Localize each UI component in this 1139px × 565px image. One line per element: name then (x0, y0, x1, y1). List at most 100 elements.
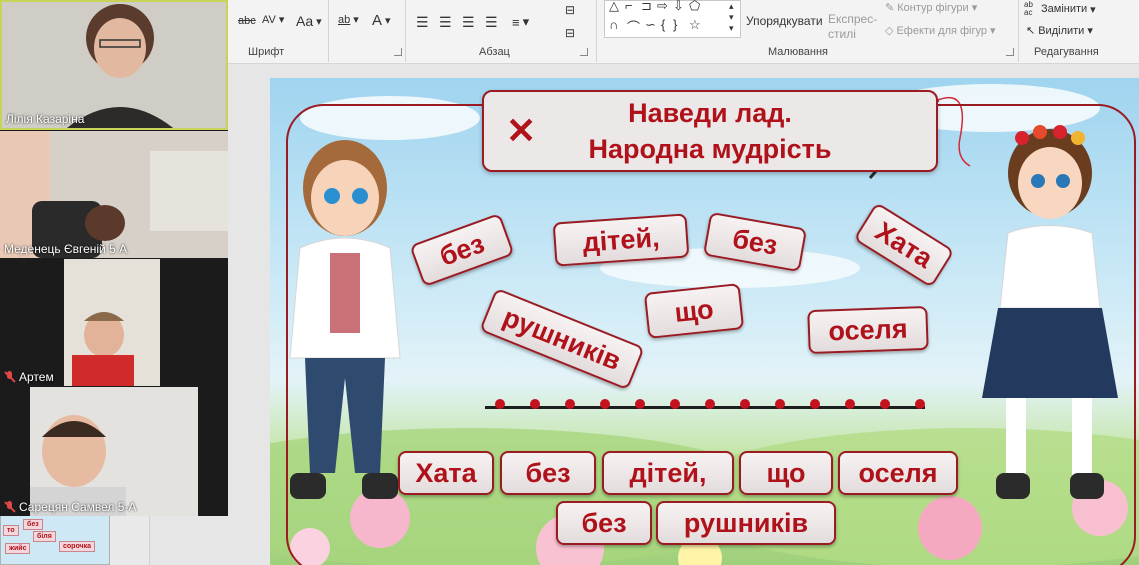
replace-button[interactable]: ab ac Замінити ▾ (1024, 1, 1096, 17)
chevron-down-icon: ▾ (990, 25, 996, 37)
chevron-down-icon: ▾ (522, 14, 530, 29)
participant-name: Меденець Євгеній 5 А (4, 242, 128, 256)
answer-word-card[interactable]: дітей, (602, 451, 734, 495)
align-text-button[interactable]: ⊟ (565, 26, 575, 40)
word-card[interactable]: оселя (807, 305, 929, 355)
arrow-right-shape-icon[interactable]: ⇨ (657, 0, 668, 14)
highlight-button[interactable]: ab ▾ (338, 13, 359, 27)
thumbnail-word: жийс (5, 543, 31, 554)
align-text-icon: ⊟ (565, 26, 576, 40)
align-right-button[interactable]: ☰ (462, 14, 475, 31)
slide-title-line-1: Наведи лад. (628, 98, 792, 128)
participant-tile[interactable]: Лілія Казаріна (0, 0, 228, 130)
thumbnail-word: біля (33, 531, 56, 542)
align-right-icon: ☰ (462, 14, 475, 30)
participant-tile[interactable]: Сарецян Самвел 5-А (0, 387, 228, 516)
star-shape-icon[interactable]: ☆ (689, 17, 701, 33)
smartart-icon: ⊟ (565, 3, 576, 17)
chevron-down-icon: ▾ (1090, 3, 1096, 16)
paragraph-dialog-launcher-icon[interactable] (580, 48, 588, 56)
arc-shape-icon[interactable]: ⌒ (627, 17, 640, 36)
align-left-button[interactable]: ☰ (416, 14, 429, 31)
replace-icon: ab ac (1024, 0, 1033, 17)
participant-name: Сарецян Самвел 5-А (4, 500, 136, 514)
mic-muted-icon (4, 501, 16, 513)
pentagon-shape-icon[interactable]: ⬠ (689, 0, 700, 14)
shape-effects-button[interactable]: ◇ Ефекти для фігур ▾ (885, 24, 996, 38)
slide-canvas[interactable]: ✕ Наведи лад. Народна мудрість без дітей… (270, 78, 1139, 565)
justify-button[interactable]: ☰ (485, 14, 498, 31)
gallery-scroll-up-icon[interactable]: ▴ (729, 1, 734, 12)
word-card[interactable]: дітей, (552, 213, 690, 267)
align-left-icon: ☰ (416, 14, 429, 30)
ribbon-separator (328, 0, 329, 62)
arrange-button[interactable]: Упорядкувати (746, 14, 823, 28)
answer-word-card[interactable]: оселя (838, 451, 958, 495)
thumbnail-word: сорочка (59, 541, 96, 552)
drawing-dialog-launcher-icon[interactable] (1006, 48, 1014, 56)
quick-styles-button[interactable]: Експрес- стилі (828, 12, 877, 41)
slide-title-line-2: Народна мудрість (588, 134, 832, 164)
participant-tile[interactable]: Меденець Євгеній 5 А (0, 131, 228, 258)
columns-icon: ≡ (512, 14, 520, 30)
brace-left-shape-icon[interactable]: { (661, 17, 665, 32)
font-color-icon: A (372, 12, 383, 29)
answer-word-card[interactable]: що (739, 451, 833, 495)
curve-shape-icon[interactable]: ∩ (609, 17, 618, 32)
chevron-down-icon: ▾ (1087, 25, 1093, 37)
brace-right-shape-icon[interactable]: } (673, 17, 677, 32)
participant-tile[interactable]: Артем (0, 259, 228, 386)
connector-shape-icon[interactable]: ⌐ (625, 0, 633, 13)
font-dialog-launcher-icon[interactable] (394, 48, 402, 56)
participant-video (0, 259, 228, 386)
arrow-down-shape-icon[interactable]: ⇩ (673, 0, 684, 14)
participant-video (0, 131, 228, 258)
effects-icon: ◇ (885, 25, 894, 37)
participant-name: Артем (4, 370, 54, 384)
drawing-group-label: Малювання (768, 46, 829, 58)
smartart-button[interactable]: ⊟ (565, 3, 575, 17)
elbow-connector-icon[interactable]: ⊐ (641, 0, 652, 14)
video-participants-panel: Лілія Казаріна Меденець Євгеній 5 А Арте… (0, 0, 228, 516)
triangle-shape-icon[interactable]: △ (609, 0, 619, 14)
strikethrough-button[interactable]: abc (238, 15, 256, 27)
thumbnail-word: то (3, 525, 19, 536)
chevron-down-icon: ▾ (316, 15, 322, 28)
shapes-gallery[interactable]: △ ⌐ ⊐ ⇨ ⇩ ⬠ ∩ ⌒ ∽ { } ☆ ▴ ▾ ▾ (604, 0, 741, 38)
change-case-button[interactable]: Aa ▾ (296, 13, 322, 29)
participant-video (0, 387, 228, 516)
chevron-down-icon: ▾ (353, 14, 359, 26)
ribbon-separator (596, 0, 597, 62)
ribbon-separator (405, 0, 406, 62)
gallery-scroll-down-icon[interactable]: ▾ (729, 12, 734, 23)
font-color-button[interactable]: A ▾ (372, 12, 391, 29)
align-center-button[interactable]: ☰ (439, 14, 452, 31)
font-group-label: Шрифт (248, 46, 285, 58)
change-case-icon: Aa (296, 13, 314, 29)
gallery-expand-icon[interactable]: ▾ (729, 23, 734, 34)
answer-word-card[interactable]: без (500, 451, 596, 495)
quick-styles-label: Експрес- (828, 12, 878, 26)
participant-name: Лілія Казаріна (6, 112, 85, 126)
char-spacing-button[interactable]: AV ▾ (262, 13, 284, 27)
slide-thumbnail[interactable]: то без біля сорочка жийс (0, 510, 110, 565)
answer-word-card[interactable]: рушників (656, 501, 836, 545)
strikethrough-icon: abc (238, 15, 256, 27)
wave-shape-icon[interactable]: ∽ (645, 17, 656, 33)
slide-frame (286, 104, 1136, 565)
justify-icon: ☰ (485, 14, 498, 30)
answer-word-card[interactable]: Хата (398, 451, 494, 495)
columns-button[interactable]: ≡ ▾ (512, 14, 529, 30)
pencil-icon: ✎ (885, 2, 895, 14)
quick-styles-label-2: стилі (828, 27, 856, 41)
arrange-label: Упорядкувати (746, 14, 823, 28)
shape-outline-button[interactable]: ✎ Контур фігури ▾ (885, 1, 978, 15)
slide-title-box[interactable]: ✕ Наведи лад. Народна мудрість (482, 90, 938, 172)
participant-video (2, 2, 226, 128)
select-button[interactable]: ↖ Виділити ▾ (1026, 24, 1093, 38)
answer-word-card[interactable]: без (556, 501, 652, 545)
highlight-icon: ab (338, 13, 351, 26)
chevron-down-icon: ▾ (971, 2, 978, 14)
align-center-icon: ☰ (439, 14, 452, 30)
char-spacing-icon: AV (262, 13, 276, 26)
